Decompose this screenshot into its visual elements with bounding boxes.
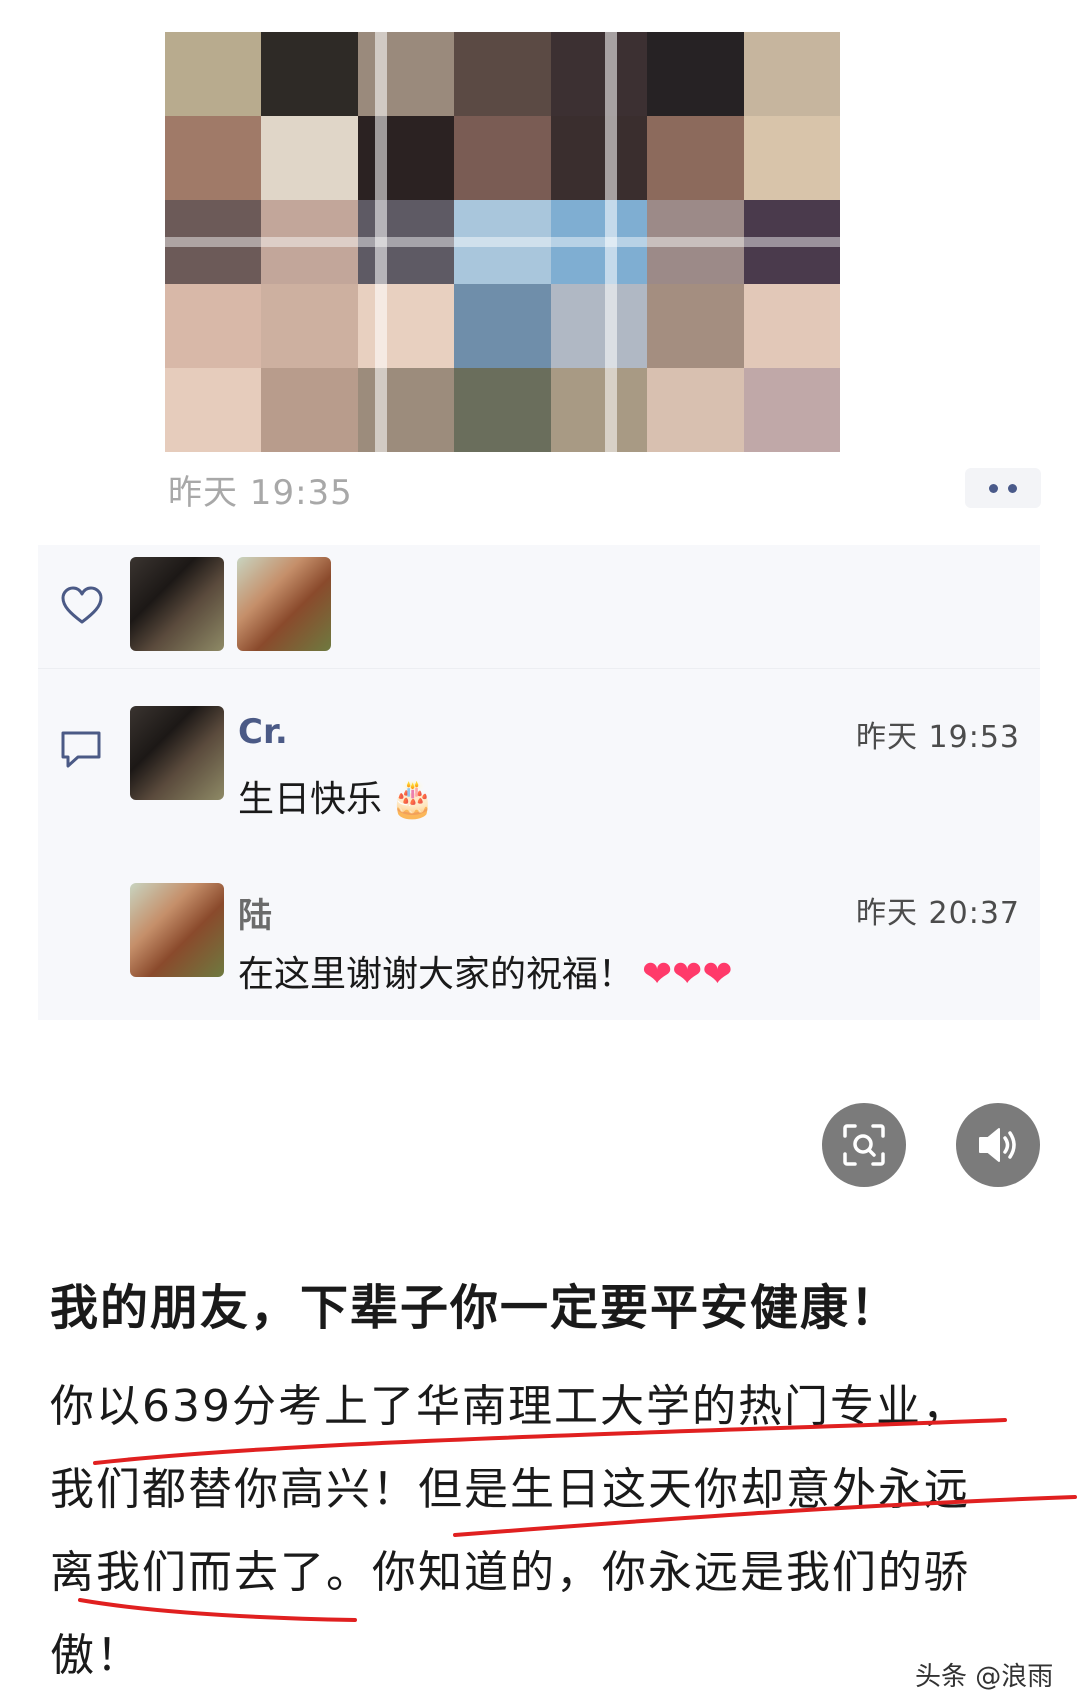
mosaic-tile — [357, 284, 455, 368]
comment-author[interactable]: Cr. — [238, 712, 288, 752]
mosaic-tile — [647, 368, 744, 452]
mosaic-tile — [165, 32, 262, 116]
read-aloud-button[interactable] — [956, 1103, 1040, 1187]
mosaic-tile — [550, 368, 648, 452]
mosaic-tile — [454, 32, 551, 116]
image-search-button[interactable] — [822, 1103, 906, 1187]
mosaic-tile — [743, 368, 840, 452]
comment-author[interactable]: 陆 — [238, 888, 272, 937]
blurred-photo-grid[interactable] — [165, 32, 840, 452]
mosaic-tile — [261, 368, 358, 452]
mosaic-tile — [454, 284, 551, 368]
more-options-button[interactable] — [965, 468, 1041, 508]
mosaic-tile — [743, 32, 840, 116]
comment-text: 在这里谢谢大家的祝福！ ❤❤❤ — [238, 945, 733, 997]
mosaic-tile — [550, 116, 648, 200]
comment-bubble-icon — [61, 731, 101, 768]
comment-text-body: 在这里谢谢大家的祝福！ — [238, 954, 635, 995]
article-line: 离我们而去了。你知道的，你永远是我们的骄 — [50, 1547, 970, 1598]
mosaic-tile — [357, 368, 455, 452]
more-dot-icon — [989, 483, 998, 493]
cake-emoji-icon: 🎂 — [390, 779, 435, 820]
mosaic-tile — [165, 368, 262, 452]
mosaic-tile — [743, 116, 840, 200]
article-line: 你以639分考上了华南理工大学的热门专业， — [50, 1381, 968, 1432]
comment-text-body: 生日快乐 — [238, 779, 383, 820]
post-timestamp: 昨天 19:35 — [168, 473, 353, 513]
scan-search-icon — [843, 1124, 885, 1166]
article-line: 傲！ — [50, 1630, 142, 1681]
comment-time: 昨天 19:53 — [856, 720, 1020, 755]
mosaic-tile — [647, 284, 744, 368]
comment-avatar[interactable] — [130, 706, 224, 800]
mosaic-tile — [357, 116, 455, 200]
article-headline: 我的朋友，下辈子你一定要平安健康！ — [50, 1280, 901, 1336]
comment-time: 昨天 20:37 — [856, 896, 1020, 931]
speaker-icon — [979, 1128, 1016, 1162]
like-avatar-1[interactable] — [130, 557, 224, 651]
mosaic-tile — [261, 116, 358, 200]
mosaic-tile — [261, 284, 358, 368]
photo-grid-gap — [165, 237, 840, 247]
comment-text: 生日快乐 🎂 — [238, 770, 435, 822]
mosaic-tile — [647, 116, 744, 200]
comment-avatar[interactable] — [130, 883, 224, 977]
mosaic-tile — [454, 116, 551, 200]
mosaic-tile — [165, 284, 262, 368]
mosaic-tile — [357, 32, 455, 116]
article-line: 我们都替你高兴！但是生日这天你却意外永远 — [50, 1464, 970, 1515]
like-avatar-2[interactable] — [237, 557, 331, 651]
mosaic-tile — [454, 368, 551, 452]
mosaic-tile — [743, 284, 840, 368]
source-watermark: 头条 @浪雨 — [915, 1662, 1054, 1692]
mosaic-tile — [261, 32, 358, 116]
heart-emoji-icon: ❤❤❤ — [642, 954, 733, 995]
mosaic-tile — [550, 284, 648, 368]
panel-divider — [38, 668, 1040, 669]
heart-outline-icon — [61, 586, 103, 624]
mosaic-tile — [165, 116, 262, 200]
more-dot-icon — [1008, 483, 1017, 493]
mosaic-tile — [550, 32, 648, 116]
mosaic-tile — [647, 32, 744, 116]
